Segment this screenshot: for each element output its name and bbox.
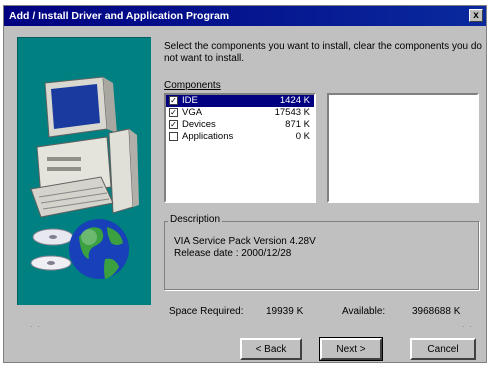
- release-date-text: Release date : 2000/12/28: [174, 248, 292, 259]
- divider-dots: · ·: [462, 322, 472, 331]
- next-button[interactable]: Next >: [319, 337, 383, 361]
- space-available-label: Available:: [342, 306, 386, 317]
- subcomponent-list[interactable]: [327, 93, 479, 203]
- space-required-value: 19939 K: [266, 306, 304, 317]
- space-available-value: 3968688 K: [412, 306, 461, 317]
- list-item-devices[interactable]: ✓ Devices 871 K: [166, 119, 314, 131]
- divider-dots: · ·: [30, 322, 40, 331]
- list-item-applications[interactable]: Applications 0 K: [166, 131, 314, 143]
- vga-checkbox[interactable]: ✓: [169, 108, 178, 117]
- item-name: IDE: [182, 95, 198, 106]
- back-button[interactable]: < Back: [240, 338, 302, 360]
- version-text: VIA Service Pack Version 4.28V: [174, 236, 316, 247]
- devices-checkbox[interactable]: ✓: [169, 120, 178, 129]
- applications-checkbox[interactable]: [169, 132, 178, 141]
- title-bar[interactable]: Add / Install Driver and Application Pro…: [4, 6, 486, 26]
- window-title: Add / Install Driver and Application Pro…: [9, 10, 230, 22]
- list-item-vga[interactable]: ✓ VGA 17543 K: [166, 107, 314, 119]
- description-label: Description: [168, 214, 223, 225]
- item-size: 1424 K: [279, 95, 310, 106]
- item-size: 871 K: [285, 119, 310, 130]
- close-button[interactable]: x: [469, 9, 483, 22]
- components-label: Components: [164, 80, 221, 91]
- item-name: Devices: [182, 119, 216, 130]
- components-list[interactable]: ✓ IDE 1424 K ✓ VGA 17543 K ✓ Devices 871…: [164, 93, 316, 203]
- list-item-ide[interactable]: ✓ IDE 1424 K: [166, 95, 314, 107]
- computer-and-disc-illustration: [30, 76, 139, 279]
- item-size: 17543 K: [274, 107, 310, 118]
- space-required-label: Space Required:: [169, 306, 244, 317]
- description-text: VIA Service Pack Version 4.28V Release d…: [174, 236, 316, 260]
- instructions-text: Select the components you want to instal…: [164, 41, 482, 64]
- setup-banner-image: [17, 37, 151, 305]
- item-name: Applications: [182, 131, 234, 142]
- ide-checkbox[interactable]: ✓: [169, 96, 178, 105]
- item-size: 0 K: [295, 131, 310, 142]
- cancel-button[interactable]: Cancel: [410, 338, 476, 360]
- item-name: VGA: [182, 107, 203, 118]
